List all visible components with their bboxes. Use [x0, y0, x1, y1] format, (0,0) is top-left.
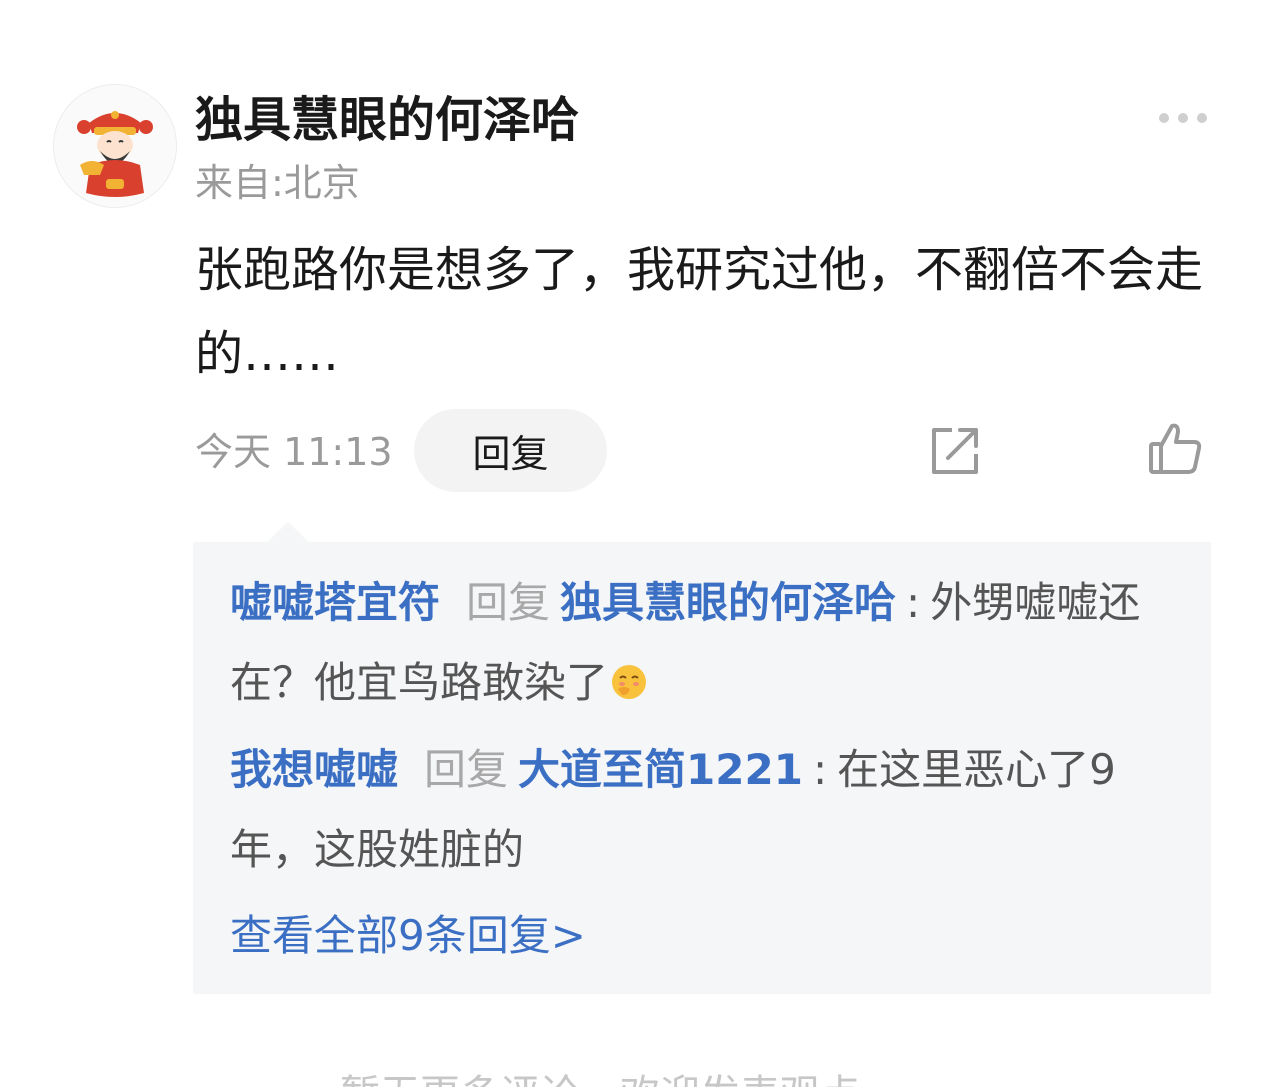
share-icon[interactable] — [928, 424, 982, 478]
user-avatar[interactable] — [53, 84, 177, 208]
more-dot — [1197, 113, 1207, 123]
comment-page: 独具慧眼的何泽哈 来自:北京 张跑路你是想多了，我研究过他，不翻倍不会走的…… … — [0, 0, 1264, 1087]
more-dot — [1178, 113, 1188, 123]
more-dots-icon[interactable] — [1148, 100, 1218, 136]
comment-timestamp: 今天 11:13 — [195, 430, 393, 474]
reply-panel-pointer — [266, 522, 310, 543]
no-more-comments-hint: 暂无更多评论，欢迎发表观点 — [340, 1070, 860, 1087]
reply-author[interactable]: 嘘嘘塔宜符 — [230, 578, 440, 627]
reply-verb: 回复 — [424, 745, 509, 794]
reply-target[interactable]: 独具慧眼的何泽哈 — [560, 578, 896, 627]
reply-item[interactable]: 嘘嘘塔宜符 回复 独具慧眼的何泽哈: 外甥嘘嘘还在？他宜鸟路敢染了 — [230, 563, 1180, 723]
reply-separator: : — [812, 745, 828, 794]
view-all-replies-link[interactable]: 查看全部9条回复> — [230, 908, 586, 964]
comment-body: 张跑路你是想多了，我研究过他，不翻倍不会走的…… — [195, 242, 1204, 382]
reply-button[interactable]: 回复 — [414, 409, 607, 492]
reply-item[interactable]: 我想嘘嘘 回复 大道至简1221: 在这里恶心了9年，这股姓脏的 — [230, 730, 1180, 890]
comment-username[interactable]: 独具慧眼的何泽哈 — [195, 88, 579, 152]
reply-verb: 回复 — [466, 578, 551, 627]
thumbs-up-icon[interactable] — [1146, 420, 1204, 478]
god-of-wealth-avatar-icon — [54, 85, 176, 207]
comment-location: 来自:北京 — [195, 161, 360, 205]
more-dot — [1159, 113, 1169, 123]
reply-separator: : — [906, 578, 921, 627]
reply-target[interactable]: 大道至简1221 — [518, 745, 803, 794]
smiling-face-emoji-icon — [612, 665, 647, 699]
reply-author[interactable]: 我想嘘嘘 — [230, 745, 398, 794]
